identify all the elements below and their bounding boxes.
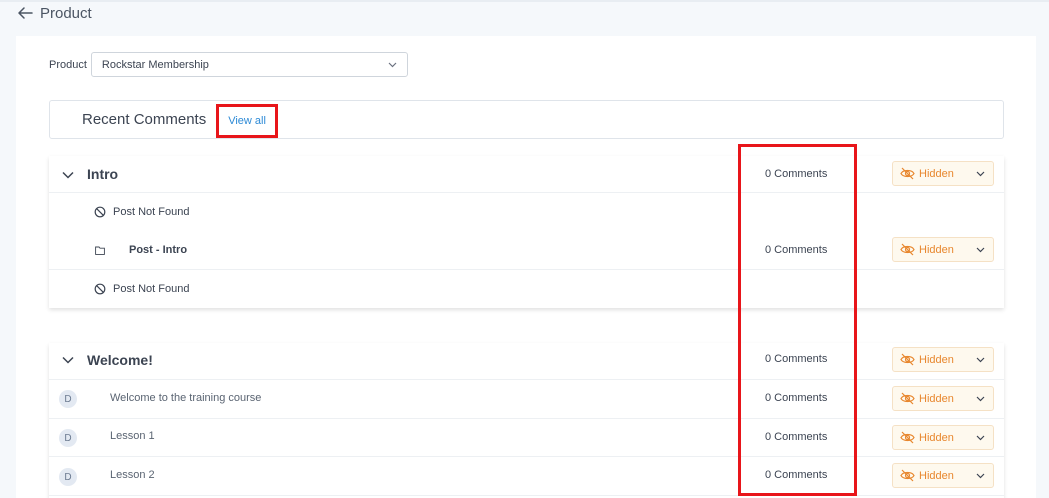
product-selector-row: Product Rockstar Membership — [49, 52, 408, 77]
chevron-down-icon — [388, 62, 397, 67]
chevron-down-icon[interactable] — [61, 168, 75, 182]
post-not-found-label: Post Not Found — [113, 206, 190, 218]
comments-column-highlight — [738, 144, 857, 496]
product-select[interactable]: Rockstar Membership — [90, 52, 408, 77]
avatar: D — [59, 468, 77, 486]
lesson-title[interactable]: Welcome to the training course — [110, 392, 261, 404]
chevron-down-icon — [976, 396, 985, 402]
visibility-label: Hidden — [919, 243, 954, 256]
product-label: Product — [49, 58, 87, 71]
visibility-dropdown[interactable]: Hidden — [892, 161, 994, 186]
content-card: Product Rockstar Membership Recent Comme… — [16, 36, 1036, 498]
visibility-label: Hidden — [919, 353, 954, 366]
post-not-found-label: Post Not Found — [113, 283, 190, 295]
eye-off-icon — [900, 167, 915, 180]
chevron-down-icon — [976, 473, 985, 479]
top-border — [0, 0, 1049, 2]
chevron-down-icon — [976, 435, 985, 441]
visibility-label: Hidden — [919, 392, 954, 405]
chevron-down-icon — [976, 171, 985, 177]
arrow-left-icon[interactable] — [16, 5, 34, 21]
list-item[interactable]: D Welcome to the training course 0 Comme… — [49, 380, 1004, 419]
eye-off-icon — [900, 353, 915, 366]
recent-comments-header: Recent Comments View all — [49, 100, 1004, 139]
chevron-down-icon[interactable] — [61, 353, 75, 367]
section-header-row[interactable]: Welcome! 0 Comments Hidden — [49, 343, 1004, 380]
recent-comments-title: Recent Comments — [82, 111, 207, 128]
view-all-link[interactable]: View all — [216, 103, 278, 138]
visibility-dropdown[interactable]: Hidden — [892, 425, 994, 450]
section-intro: Intro 0 Comments Hidden Post Not Found P… — [49, 156, 1004, 308]
chevron-down-icon — [976, 247, 985, 253]
visibility-dropdown[interactable]: Hidden — [892, 237, 994, 262]
visibility-dropdown[interactable]: Hidden — [892, 347, 994, 372]
avatar: D — [59, 429, 77, 447]
folder-icon — [95, 246, 105, 255]
eye-off-icon — [900, 431, 915, 444]
visibility-label: Hidden — [919, 469, 954, 482]
lesson-title[interactable]: Lesson 2 — [110, 469, 155, 481]
list-item: Post - Intro 0 Comments Hidden — [49, 231, 1004, 270]
eye-off-icon — [900, 392, 915, 405]
block-icon — [94, 283, 106, 295]
section-title: Intro — [87, 166, 119, 182]
list-item[interactable]: D Lesson 1 0 Comments Hidden — [49, 419, 1004, 457]
page-title: Product — [40, 4, 92, 22]
list-item: Post Not Found — [49, 270, 1004, 308]
visibility-dropdown[interactable]: Hidden — [892, 463, 994, 488]
visibility-label: Hidden — [919, 167, 954, 180]
section-header-row[interactable]: Intro 0 Comments Hidden — [49, 156, 1004, 193]
post-title[interactable]: Post - Intro — [129, 244, 187, 256]
visibility-dropdown[interactable]: Hidden — [892, 386, 994, 411]
block-icon — [94, 206, 106, 218]
product-select-value: Rockstar Membership — [101, 58, 209, 71]
avatar: D — [59, 390, 77, 408]
section-title: Welcome! — [87, 352, 153, 368]
page-header: Product — [16, 4, 92, 22]
visibility-label: Hidden — [919, 431, 954, 444]
eye-off-icon — [900, 243, 915, 256]
eye-off-icon — [900, 469, 915, 482]
list-item[interactable]: D Lesson 2 0 Comments Hidden — [49, 457, 1004, 496]
lesson-title[interactable]: Lesson 1 — [110, 430, 155, 442]
list-item: Post Not Found — [49, 193, 1004, 231]
section-welcome: Welcome! 0 Comments Hidden D Welcome to … — [49, 343, 1004, 498]
chevron-down-icon — [976, 357, 985, 363]
